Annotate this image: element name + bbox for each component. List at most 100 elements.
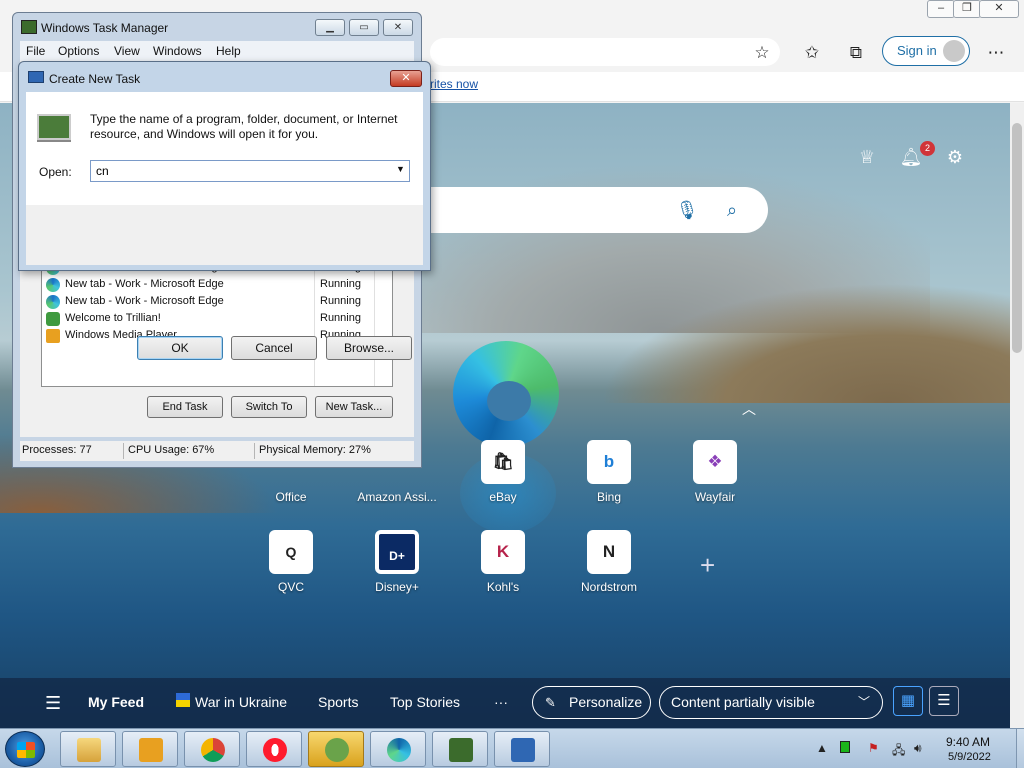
more-options-icon[interactable]: ⋯ xyxy=(984,41,1008,65)
taskbar-explorer[interactable] xyxy=(60,731,116,767)
taskbar-edge[interactable] xyxy=(370,731,426,767)
taskbar-opera[interactable] xyxy=(246,731,302,767)
favorites-icon[interactable]: ✩ xyxy=(800,41,824,65)
quick-link-wayfair[interactable]: ❖ Wayfair xyxy=(670,440,760,512)
feed-tab-my-feed[interactable]: My Feed xyxy=(88,694,144,710)
menu-file[interactable]: File xyxy=(26,44,45,58)
edge-restore-button[interactable]: ❐ xyxy=(953,0,981,18)
collections-icon[interactable]: ⧉ xyxy=(844,41,868,65)
signin-button[interactable]: Sign in xyxy=(882,36,970,66)
create-new-task-dialog: Create New Task ✕ Type the name of a pro… xyxy=(18,61,431,360)
content-visibility-select[interactable]: Content partially visible ﹀ xyxy=(659,686,883,719)
feed-tab-war-in-ukraine[interactable]: War in Ukraine xyxy=(195,694,287,710)
edge-icon xyxy=(387,738,411,762)
menu-bar: File Options View Windows Help xyxy=(20,41,414,61)
dropdown-arrow-icon[interactable]: ▼ xyxy=(396,164,405,174)
menu-view[interactable]: View xyxy=(114,44,140,58)
taskbar-chrome[interactable] xyxy=(184,731,240,767)
import-favorites-link[interactable]: rites now xyxy=(430,77,478,91)
scrollbar-thumb[interactable] xyxy=(1012,123,1022,353)
processes-count: Processes: 77 xyxy=(22,444,92,456)
switch-to-button[interactable]: Switch To xyxy=(231,396,307,418)
menu-windows[interactable]: Windows xyxy=(153,44,202,58)
edge-close-button[interactable]: ✕ xyxy=(979,0,1019,18)
tray-app-icon[interactable] xyxy=(840,741,850,753)
app-name: Welcome to Trillian! xyxy=(65,312,161,324)
trillian-icon xyxy=(46,312,60,326)
taskbar-trillian[interactable] xyxy=(308,731,364,767)
dialog-title: Create New Task xyxy=(49,72,141,86)
start-button[interactable] xyxy=(5,731,45,767)
feed-more-button[interactable]: ··· xyxy=(494,694,508,710)
personalize-button[interactable]: ✎ Personalize xyxy=(532,686,651,719)
menu-icon[interactable]: ☰ xyxy=(45,693,61,714)
taskbar-media-player[interactable] xyxy=(122,731,178,767)
list-item[interactable]: New tab - Work - Microsoft Edge Running xyxy=(46,294,392,311)
menu-options[interactable]: Options xyxy=(58,44,99,58)
menu-help[interactable]: Help xyxy=(216,44,241,58)
tile-label: Office xyxy=(275,490,307,504)
content-visibility-value: Content partially visible xyxy=(671,694,815,710)
rewards-icon[interactable]: ♕ xyxy=(855,145,879,169)
maximize-button[interactable]: ▭ xyxy=(349,19,379,36)
show-desktop-button[interactable] xyxy=(1016,729,1024,768)
disney-icon: D+ xyxy=(375,530,419,574)
tile-label: Disney+ xyxy=(375,580,419,594)
edge-minimize-button[interactable]: – xyxy=(927,0,955,18)
chrome-icon xyxy=(201,738,225,762)
taskbar-run-dialog[interactable] xyxy=(494,731,550,767)
cancel-button[interactable]: Cancel xyxy=(231,336,317,360)
applications-list[interactable]: New tab - Work - Microsoft Edge Running … xyxy=(41,261,393,387)
chevron-up-icon[interactable]: ︿ xyxy=(742,399,756,419)
feed-tab-top-stories[interactable]: Top Stories xyxy=(390,694,460,710)
dialog-description: Type the name of a program, folder, docu… xyxy=(90,112,398,141)
end-task-button[interactable]: End Task xyxy=(147,396,223,418)
quick-link-ebay[interactable]: 🛍 eBay xyxy=(458,440,548,512)
volume-icon[interactable]: 🔊︎ xyxy=(914,741,922,756)
address-bar[interactable] xyxy=(430,38,780,66)
clock-time[interactable]: 9:40 AM xyxy=(946,735,990,749)
list-item[interactable]: Welcome to Trillian! Running xyxy=(46,311,392,328)
network-icon[interactable]: 🖧︎ xyxy=(892,741,905,762)
explorer-icon xyxy=(77,738,101,762)
quick-link-qvc[interactable]: Q QVC xyxy=(246,530,336,602)
microphone-icon[interactable]: 🎙︎ xyxy=(675,197,699,223)
task-manager-titlebar[interactable]: Windows Task Manager ▁ ▭ ✕ xyxy=(13,13,421,41)
list-view-icon[interactable]: ☰ xyxy=(929,686,959,716)
scrollbar[interactable] xyxy=(1010,103,1024,728)
run-dialog-icon xyxy=(28,71,44,83)
taskbar-task-manager[interactable] xyxy=(432,731,488,767)
clock-date[interactable]: 5/9/2022 xyxy=(948,751,991,763)
quick-link-kohls[interactable]: K Kohl's xyxy=(458,530,548,602)
browse-button[interactable]: Browse... xyxy=(326,336,412,360)
list-item[interactable]: New tab - Work - Microsoft Edge Running xyxy=(46,277,392,294)
personalize-label: Personalize xyxy=(569,694,643,710)
background-hill xyxy=(600,283,1010,403)
search-icon[interactable]: ⌕ xyxy=(720,197,744,223)
ok-button[interactable]: OK xyxy=(137,336,223,360)
quick-link-disney[interactable]: D+ Disney+ xyxy=(352,530,442,602)
close-button[interactable]: ✕ xyxy=(390,70,422,87)
new-task-button[interactable]: New Task... xyxy=(315,396,393,418)
kohls-icon: K xyxy=(481,530,525,574)
feed-bar: ☰ My Feed War in Ukraine Sports Top Stor… xyxy=(0,678,1010,728)
feed-tab-sports[interactable]: Sports xyxy=(318,694,358,710)
settings-gear-icon[interactable]: ⚙ xyxy=(943,145,967,169)
grid-view-icon[interactable]: ▦ xyxy=(893,686,923,716)
dialog-footer: OK Cancel Browse... xyxy=(26,205,423,360)
action-center-icon[interactable]: ⚑ xyxy=(868,741,879,755)
taskbar: ▲ ⚑ 🖧︎ 🔊︎ 9:40 AM 5/9/2022 xyxy=(0,728,1024,768)
edge-icon xyxy=(46,278,60,292)
tile-label: eBay xyxy=(489,490,517,504)
close-button[interactable]: ✕ xyxy=(383,19,413,36)
ukraine-flag-icon xyxy=(176,693,190,707)
qvc-icon: Q xyxy=(269,530,313,574)
quick-link-bing[interactable]: b Bing xyxy=(564,440,654,512)
tile-label: Wayfair xyxy=(694,490,736,504)
quick-link-nordstrom[interactable]: N Nordstrom xyxy=(564,530,654,602)
minimize-button[interactable]: ▁ xyxy=(315,19,345,36)
show-hidden-icons-icon[interactable]: ▲ xyxy=(816,741,828,755)
open-combobox-input[interactable] xyxy=(90,160,410,182)
add-favorite-icon[interactable]: ☆ xyxy=(750,41,774,65)
add-site-icon[interactable]: + xyxy=(700,550,715,581)
